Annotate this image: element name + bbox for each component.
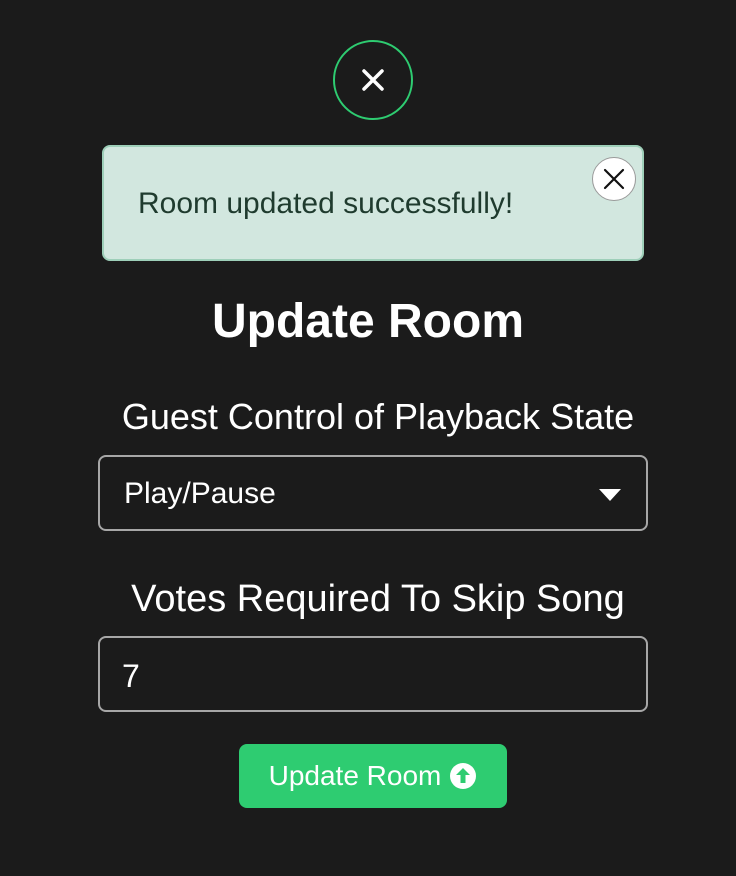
alert-message: Room updated successfully! (138, 187, 514, 220)
playback-control-value: Play/Pause (124, 477, 276, 510)
playback-control-label: Guest Control of Playback State (121, 396, 635, 437)
close-dialog-button[interactable] (333, 40, 413, 120)
votes-to-skip-label: Votes Required To Skip Song (131, 578, 625, 620)
playback-control-select[interactable]: Play/Pause (98, 455, 648, 531)
success-alert: Room updated successfully! (102, 145, 644, 261)
page-title: Update Room (212, 295, 524, 348)
close-icon (603, 168, 625, 190)
votes-to-skip-value: 7 (122, 658, 140, 694)
update-room-page: Room updated successfully! Update Room G… (0, 0, 736, 876)
upload-arrow-circle-icon (450, 763, 477, 789)
alert-close-button[interactable] (592, 157, 636, 201)
votes-to-skip-input[interactable]: 7 (98, 636, 648, 712)
caret-down-icon (599, 489, 621, 501)
update-room-button[interactable]: Update Room (239, 744, 507, 808)
close-icon (362, 69, 384, 91)
update-room-button-label: Update Room (268, 760, 442, 791)
